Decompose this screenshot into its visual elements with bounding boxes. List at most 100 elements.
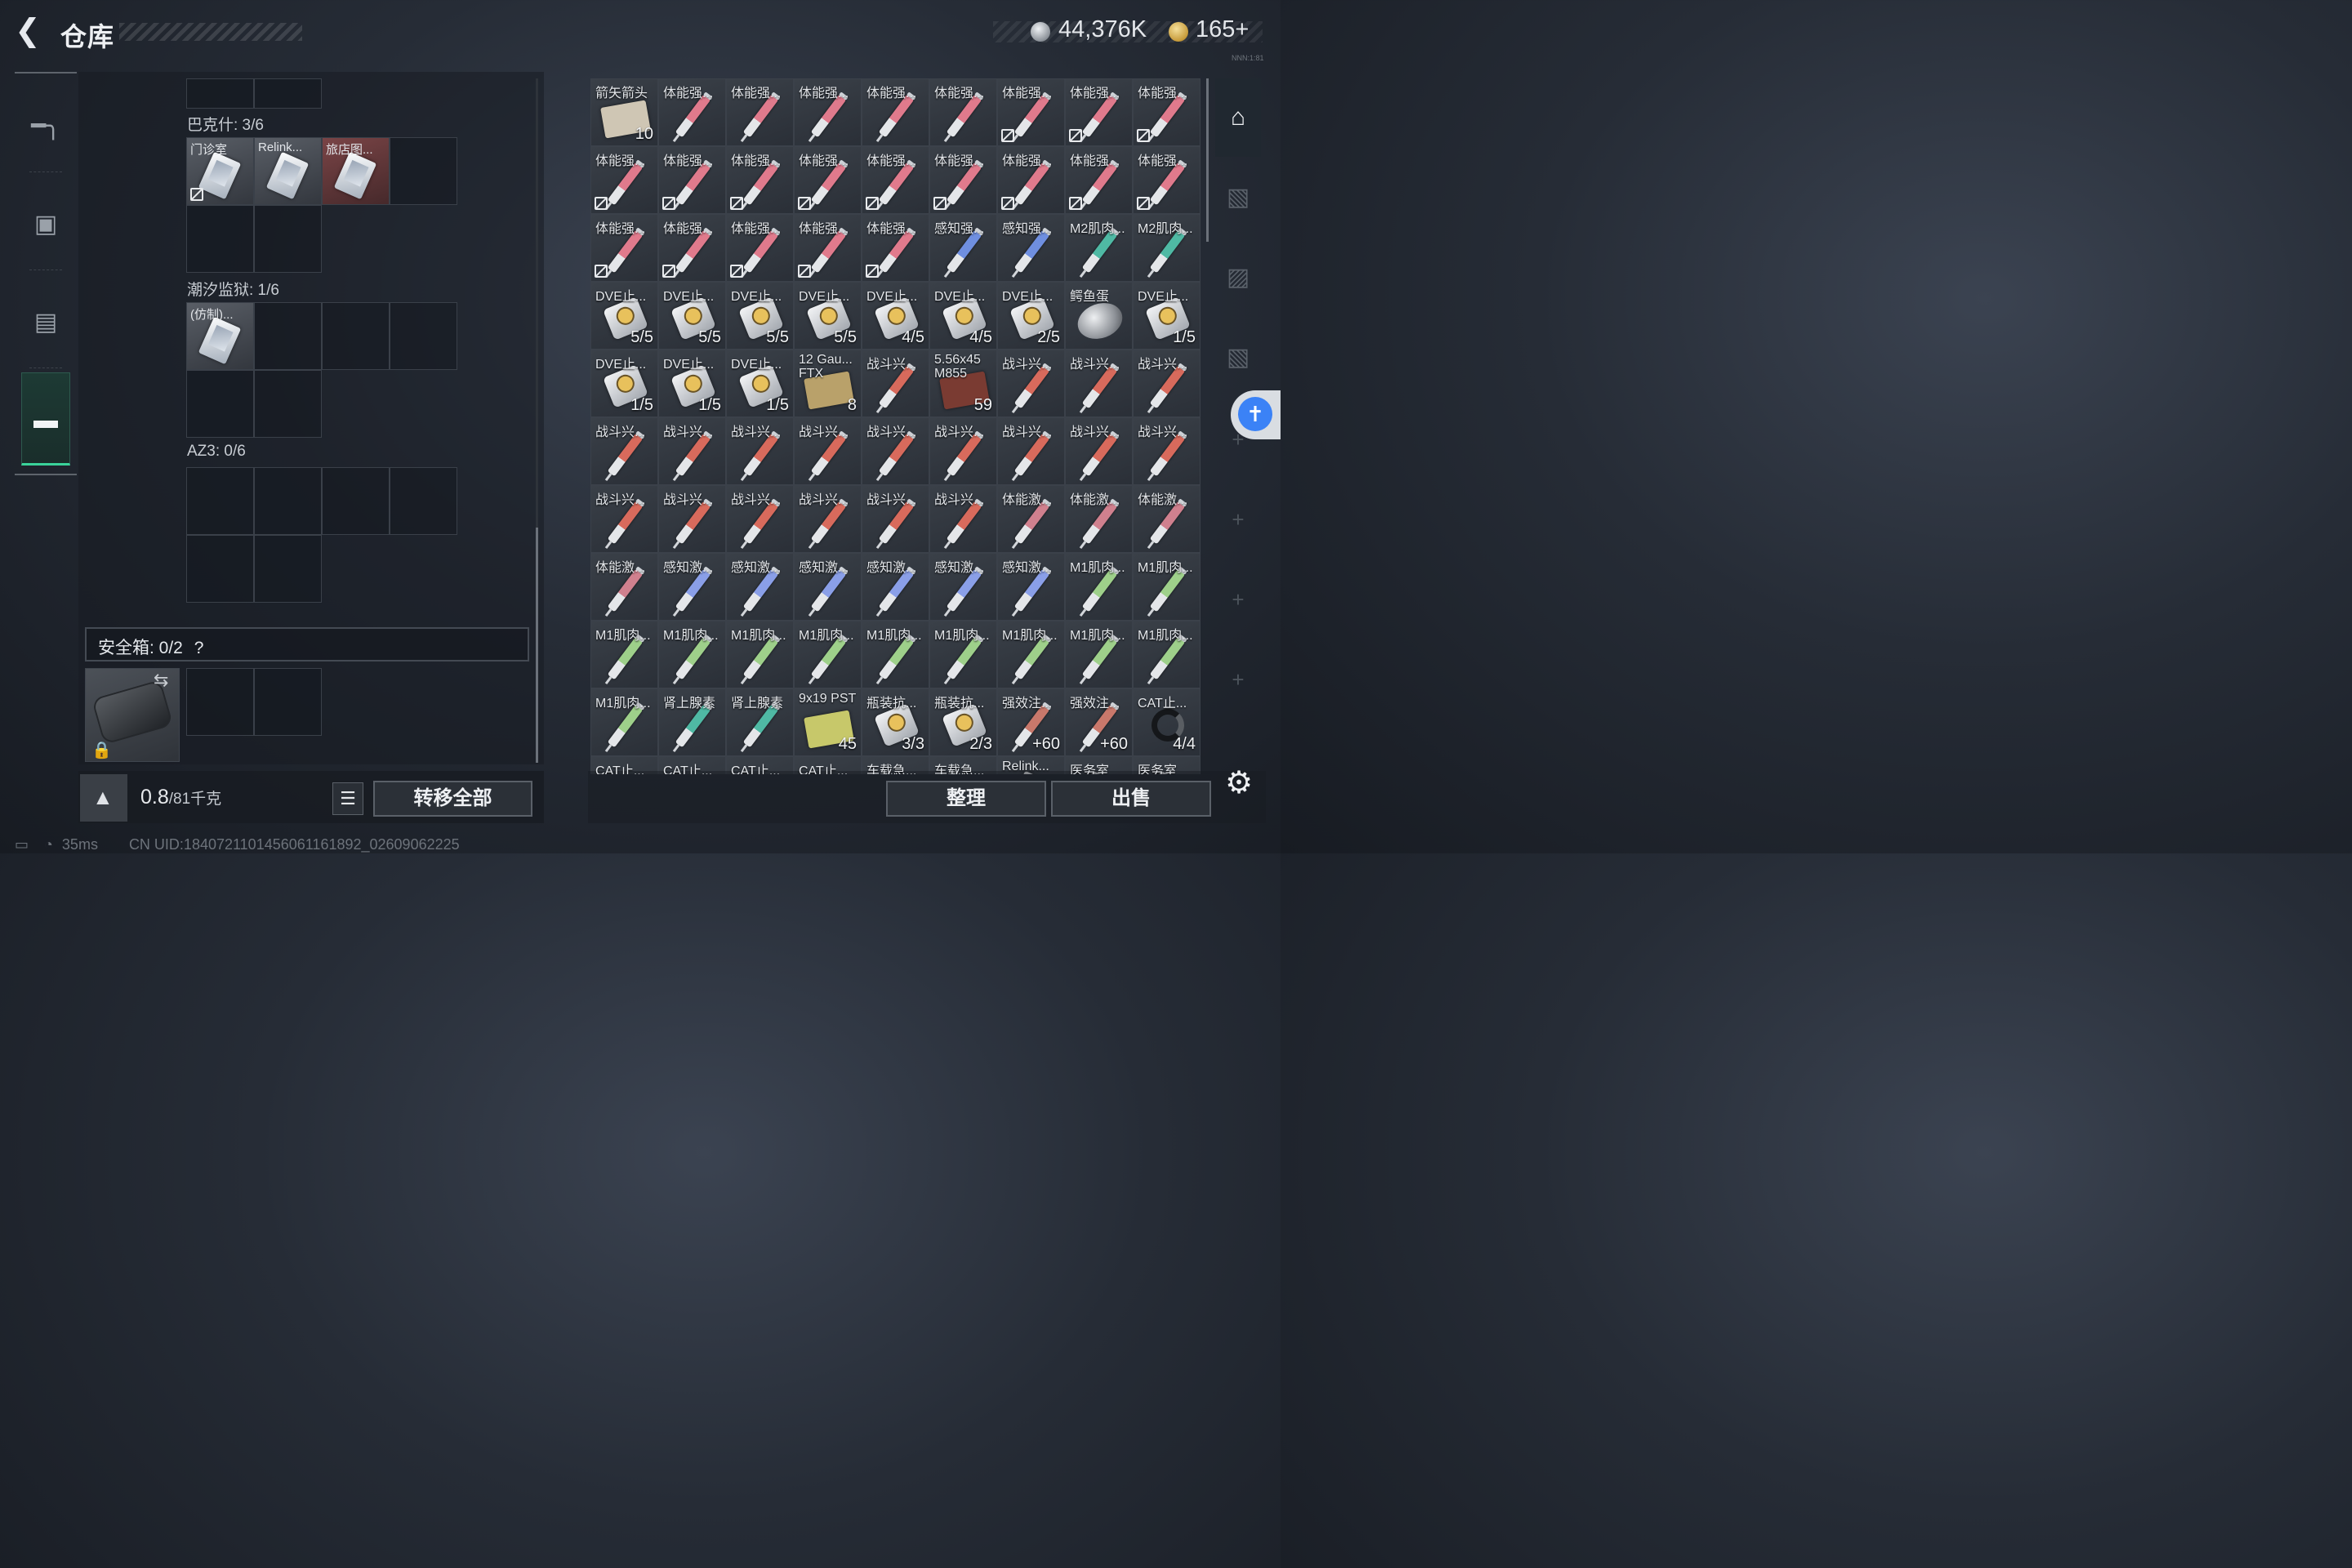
inventory-item[interactable]: 体能强... — [862, 78, 929, 146]
inventory-item[interactable]: 体能强... — [726, 146, 794, 214]
inventory-item[interactable]: 战斗兴... — [658, 417, 726, 485]
inventory-item[interactable]: 体能强... — [658, 78, 726, 146]
inventory-item[interactable]: M1肌肉... — [726, 621, 794, 688]
inventory-item[interactable]: 感知激... — [862, 553, 929, 621]
sort-button[interactable]: 整理 — [886, 781, 1046, 817]
inventory-item[interactable]: M2肌肉... — [1065, 214, 1133, 282]
warehouse-scrollbar[interactable] — [1206, 78, 1209, 242]
inventory-item[interactable]: 体能激... — [1133, 485, 1200, 553]
inventory-item[interactable]: 强效注... +60 — [997, 688, 1065, 756]
container-slot[interactable] — [390, 137, 457, 205]
pistol-icon[interactable]: ━╮ — [15, 90, 77, 163]
container-slot[interactable] — [254, 535, 322, 603]
inventory-item[interactable]: DVE止... 5/5 — [726, 282, 794, 350]
add-icon[interactable]: + — [1227, 508, 1250, 531]
inventory-item[interactable]: 战斗兴... — [726, 417, 794, 485]
help-icon[interactable]: ? — [194, 639, 204, 657]
inventory-item[interactable]: 体能强... — [590, 146, 658, 214]
swap-arrows-icon[interactable]: ⇆ — [154, 670, 168, 691]
safe-box-slot[interactable] — [254, 668, 322, 736]
inventory-item[interactable]: CAT止... 4/4 — [1133, 688, 1200, 756]
inventory-item[interactable]: 体能激... — [590, 553, 658, 621]
shelf-iv-icon[interactable]: ▨ — [1215, 245, 1261, 310]
container-slot[interactable] — [322, 302, 390, 370]
inventory-item[interactable]: 9x19 PST 45 — [794, 688, 862, 756]
inventory-item[interactable]: 战斗兴... — [929, 417, 997, 485]
inventory-item[interactable]: 感知强... — [997, 214, 1065, 282]
container-slot[interactable] — [186, 205, 254, 273]
inventory-item[interactable]: 箭矢箭头 10 — [590, 78, 658, 146]
add-icon[interactable]: + — [1227, 668, 1250, 691]
inventory-item[interactable]: 体能强... — [862, 146, 929, 214]
safe-box-slot[interactable] — [186, 668, 254, 736]
list-icon[interactable]: ☰ — [332, 782, 363, 815]
inventory-item[interactable]: M1肌肉... — [590, 621, 658, 688]
inventory-item[interactable]: 战斗兴... — [794, 417, 862, 485]
inventory-item[interactable]: M1肌肉... — [658, 621, 726, 688]
inventory-item[interactable]: 战斗兴... — [997, 417, 1065, 485]
inventory-item[interactable]: 体能激... — [997, 485, 1065, 553]
container-item[interactable]: (仿制)... — [186, 302, 254, 370]
inventory-item[interactable]: 体能强... — [726, 78, 794, 146]
inventory-item[interactable]: 瓶装抗... 2/3 — [929, 688, 997, 756]
container-slot[interactable] — [390, 467, 457, 535]
inventory-item[interactable]: DVE止... 4/5 — [862, 282, 929, 350]
container-item[interactable]: 门诊室 — [186, 137, 254, 205]
inventory-item[interactable]: 强效注... +60 — [1065, 688, 1133, 756]
inventory-item[interactable]: 12 Gau... FTX 8 — [794, 350, 862, 417]
container-slot[interactable] — [254, 370, 322, 438]
sell-button[interactable]: 出售 — [1051, 781, 1211, 817]
inventory-item[interactable]: 战斗兴... — [590, 417, 658, 485]
inventory-item[interactable]: DVE止... 2/5 — [997, 282, 1065, 350]
container-item[interactable]: Relink... — [254, 137, 322, 205]
inventory-item[interactable]: 体能强... — [929, 146, 997, 214]
inventory-item[interactable]: M1肌肉... — [794, 621, 862, 688]
container-slot[interactable] — [254, 467, 322, 535]
inventory-item[interactable]: 体能强... — [794, 214, 862, 282]
inventory-item[interactable]: 5.56x45 M855 59 — [929, 350, 997, 417]
inventory-item[interactable]: 体能强... — [794, 78, 862, 146]
inventory-item[interactable]: M1肌肉... — [929, 621, 997, 688]
inventory-item[interactable]: M1肌肉... — [590, 688, 658, 756]
inventory-item[interactable]: 体能激... — [1065, 485, 1133, 553]
container-slot[interactable] — [186, 467, 254, 535]
add-icon[interactable]: + — [1227, 588, 1250, 611]
inventory-item[interactable]: 体能强... — [1065, 78, 1133, 146]
back-arrow-icon[interactable]: ❮ — [15, 15, 47, 47]
accessibility-icon[interactable]: ✝ — [1238, 397, 1272, 431]
inventory-item[interactable]: 感知强... — [929, 214, 997, 282]
inventory-item[interactable]: 战斗兴... — [1133, 350, 1200, 417]
inventory-item[interactable]: 战斗兴... — [726, 485, 794, 553]
inventory-item[interactable]: 体能强... — [1133, 78, 1200, 146]
inventory-item[interactable]: M2肌肉... — [1133, 214, 1200, 282]
inventory-item[interactable]: DVE止... 5/5 — [590, 282, 658, 350]
inventory-item[interactable]: DVE止... 1/5 — [590, 350, 658, 417]
container-slot[interactable] — [390, 302, 457, 370]
inventory-item[interactable]: M1肌肉... — [1133, 621, 1200, 688]
inventory-item[interactable]: 战斗兴... — [997, 350, 1065, 417]
vest-icon[interactable]: ▤ — [15, 286, 77, 359]
inventory-item[interactable]: 战斗兴... — [1133, 417, 1200, 485]
inventory-item[interactable]: DVE止... 1/5 — [658, 350, 726, 417]
transfer-all-button[interactable]: 转移全部 — [373, 781, 532, 817]
inventory-item[interactable]: M1肌肉... — [1065, 553, 1133, 621]
inventory-item[interactable]: 战斗兴... — [590, 485, 658, 553]
inventory-item[interactable]: 体能强... — [590, 214, 658, 282]
container-slot[interactable] — [186, 370, 254, 438]
inventory-item[interactable]: 战斗兴... — [658, 485, 726, 553]
inventory-item[interactable]: 感知激... — [726, 553, 794, 621]
inventory-item[interactable]: 肾上腺素 — [658, 688, 726, 756]
inventory-item[interactable]: 体能强... — [726, 214, 794, 282]
inventory-item[interactable]: DVE止... 1/5 — [1133, 282, 1200, 350]
inventory-item[interactable]: DVE止... 1/5 — [726, 350, 794, 417]
inventory-item[interactable]: 战斗兴... — [1065, 350, 1133, 417]
inventory-item[interactable]: 感知激... — [658, 553, 726, 621]
inventory-item[interactable]: M1肌肉... — [1065, 621, 1133, 688]
inventory-item[interactable]: 鳄鱼蛋 — [1065, 282, 1133, 350]
inventory-item[interactable]: 体能强... — [658, 146, 726, 214]
inventory-item[interactable]: DVE止... 5/5 — [658, 282, 726, 350]
container-item[interactable]: 旅店图... — [322, 137, 390, 205]
shelf-iii-icon[interactable]: ▧ — [1215, 165, 1261, 230]
inventory-item[interactable]: 战斗兴... — [794, 485, 862, 553]
shelf-iii-b-icon[interactable]: ▧ — [1215, 325, 1261, 390]
